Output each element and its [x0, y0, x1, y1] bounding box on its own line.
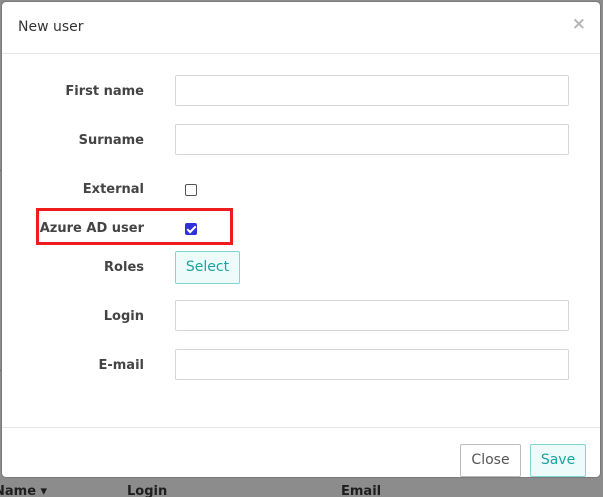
login-input[interactable] — [175, 300, 569, 331]
surname-input[interactable] — [175, 124, 569, 155]
login-label: Login — [103, 309, 144, 324]
close-icon[interactable]: × — [572, 16, 586, 33]
background-table-header: Name ▾ Login Email — [0, 482, 603, 497]
email-input[interactable] — [175, 349, 569, 380]
modal-footer: Close Save — [2, 427, 600, 477]
azure-ad-user-label: Azure AD user — [39, 221, 144, 236]
close-button[interactable]: Close — [460, 444, 521, 477]
external-checkbox[interactable] — [185, 184, 197, 196]
first-name-label: First name — [65, 84, 144, 99]
sort-down-icon: ▾ — [40, 484, 48, 497]
background-column-name[interactable]: Name ▾ — [0, 484, 47, 497]
save-button[interactable]: Save — [530, 444, 586, 477]
new-user-modal: New user × First name Surname External A… — [1, 1, 601, 478]
background-column-login[interactable]: Login — [127, 484, 167, 497]
modal-header: New user × — [2, 2, 600, 54]
azure-ad-user-checkbox[interactable] — [185, 223, 197, 235]
external-label: External — [82, 182, 144, 197]
roles-select-button[interactable]: Select — [175, 251, 240, 284]
modal-title: New user — [18, 19, 84, 35]
first-name-input[interactable] — [175, 75, 569, 106]
background-column-email[interactable]: Email — [341, 484, 381, 497]
email-label: E-mail — [98, 358, 144, 373]
surname-label: Surname — [78, 133, 144, 148]
roles-label: Roles — [104, 260, 144, 275]
background-column-name-label: Name — [0, 484, 37, 497]
